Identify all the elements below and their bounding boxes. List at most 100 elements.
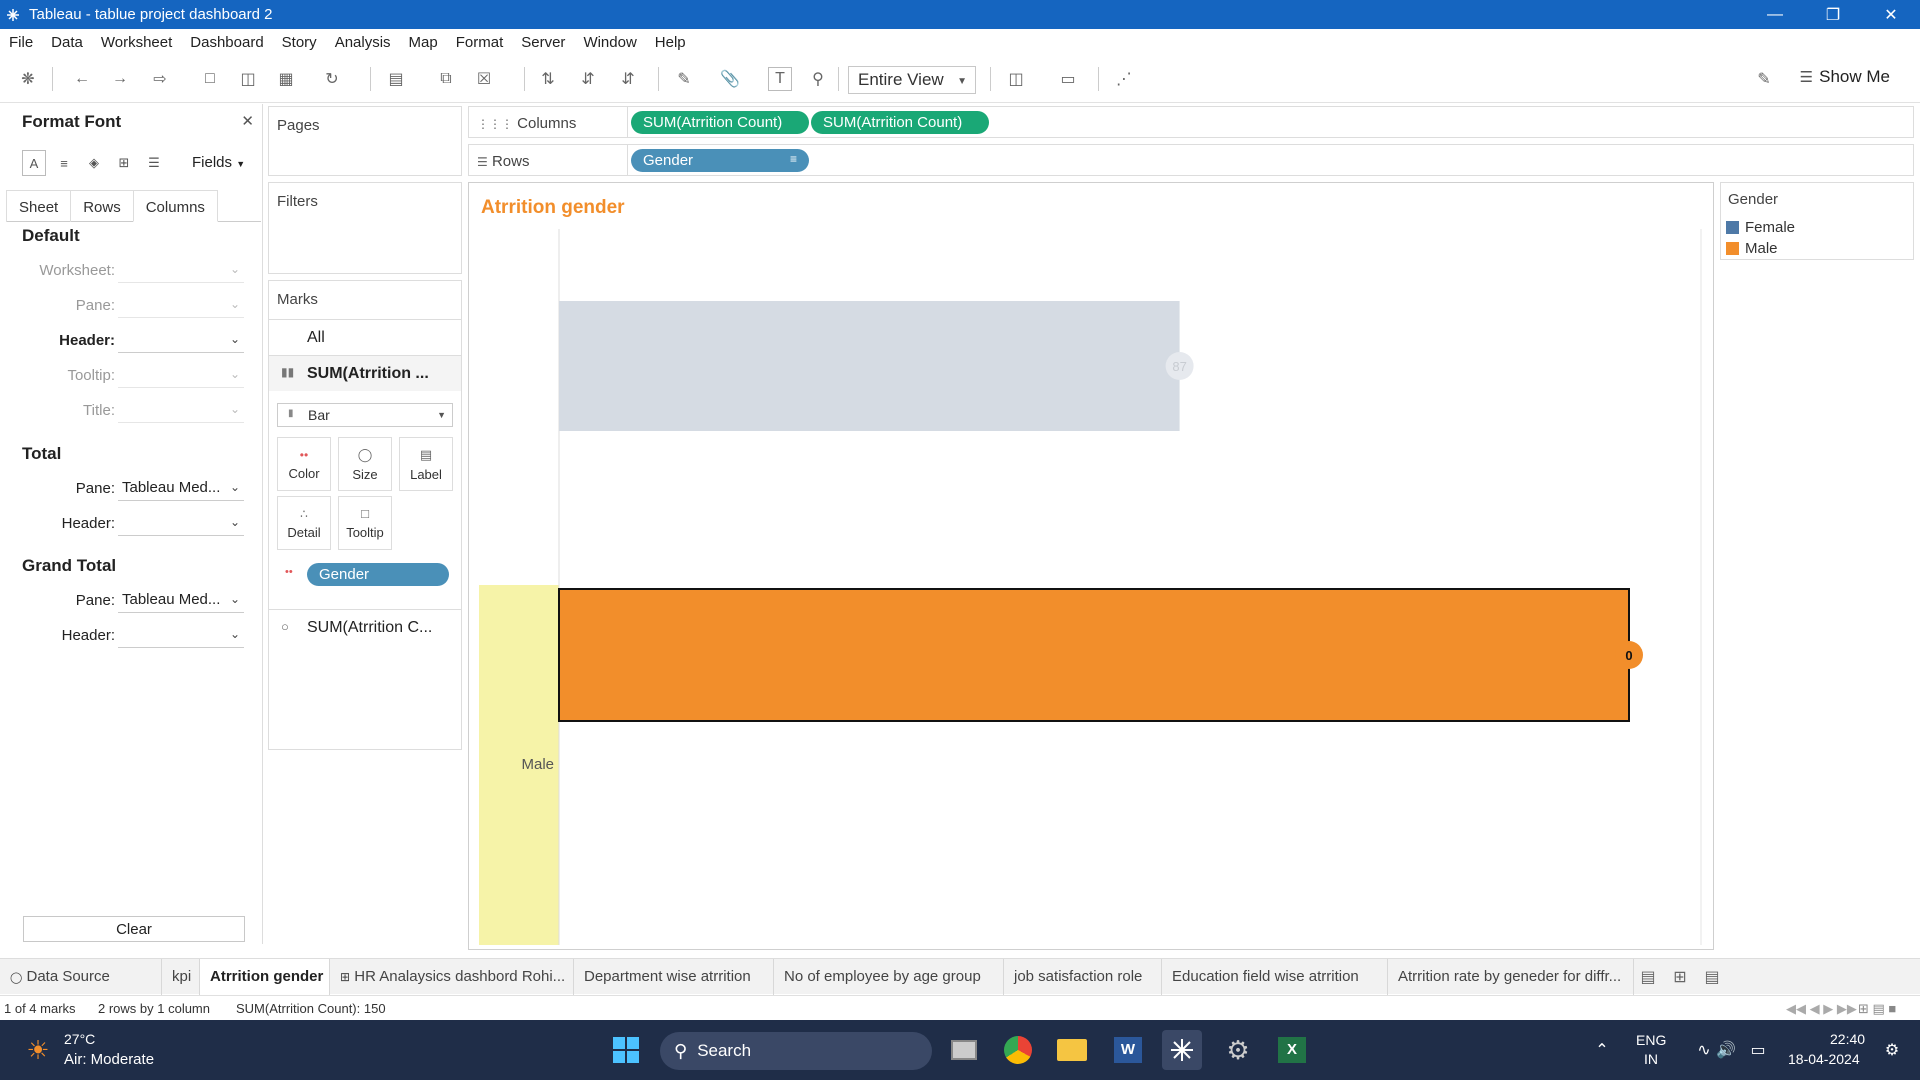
menu-file[interactable]: File <box>0 34 42 51</box>
legend-item-female[interactable]: Female <box>1726 219 1795 236</box>
menu-help[interactable]: Help <box>646 34 695 51</box>
menu-server[interactable]: Server <box>512 34 574 51</box>
sort-asc-icon[interactable]: ⇵ <box>576 67 600 91</box>
chevron-up-icon[interactable]: ⌃ <box>1582 1030 1622 1070</box>
weather-icon[interactable]: ☀ <box>18 1030 58 1070</box>
tab-sheet[interactable]: Sheet <box>6 190 72 222</box>
menu-analysis[interactable]: Analysis <box>326 34 400 51</box>
shading-icon[interactable]: ◈ <box>82 150 106 176</box>
bar-female[interactable] <box>559 301 1180 431</box>
label-button[interactable]: ▤ Label <box>399 437 453 491</box>
chrome-icon[interactable] <box>998 1030 1038 1070</box>
menu-dashboard[interactable]: Dashboard <box>181 34 272 51</box>
fields-dropdown[interactable]: Fields ▼ <box>192 154 245 171</box>
presentation-icon[interactable]: ▭ <box>1056 67 1080 91</box>
marks-sum-row[interactable]: ▮▮ SUM(Atrrition ... <box>269 355 461 391</box>
show-me-button[interactable]: ☰ Show Me <box>1800 67 1890 87</box>
fit-dropdown[interactable]: Entire View ▼ <box>848 66 976 94</box>
detail-button[interactable]: ∴ Detail <box>277 496 331 550</box>
tab-rows[interactable]: Rows <box>70 190 134 222</box>
borders-icon[interactable]: ⊞ <box>112 150 136 176</box>
save-icon[interactable]: □ <box>198 67 222 91</box>
group-icon[interactable]: 📎 <box>718 67 742 91</box>
word-icon[interactable]: W <box>1108 1030 1148 1070</box>
nav-arrows-icon[interactable]: ◀◀ ◀ ▶ ▶▶ <box>1786 1001 1857 1017</box>
tab-data-source[interactable]: ◯ Data Source <box>0 959 162 995</box>
columns-pill-1[interactable]: SUM(Atrrition Count) <box>631 111 809 134</box>
show-cards-icon[interactable]: ◫ <box>1004 67 1028 91</box>
windows-start-icon[interactable] <box>606 1030 646 1070</box>
refresh-icon[interactable]: ↻ <box>320 67 344 91</box>
tableau-taskbar-icon[interactable] <box>1162 1030 1202 1070</box>
size-button[interactable]: ◯ Size <box>338 437 392 491</box>
menu-worksheet[interactable]: Worksheet <box>92 34 181 51</box>
replay-icon[interactable]: ⇨ <box>148 67 172 91</box>
new-worksheet-icon[interactable]: ▤ <box>384 67 408 91</box>
share-icon[interactable]: ⋰ <box>1112 67 1136 91</box>
grand-total-header-select[interactable]: ⌄ <box>118 623 244 648</box>
clear-button[interactable]: Clear <box>23 916 245 942</box>
duplicate-icon[interactable]: ⧉ <box>434 67 458 91</box>
gender-legend[interactable]: Gender Female Male <box>1720 182 1914 260</box>
taskbar-search[interactable]: ⚲ Search <box>660 1032 932 1070</box>
total-header-select[interactable]: ⌄ <box>118 511 244 536</box>
marks-all-row[interactable]: All <box>269 319 461 355</box>
notification-icon[interactable]: ⚙ <box>1872 1030 1912 1070</box>
restore-icon[interactable]: ❐ <box>1804 0 1862 29</box>
pause-updates-icon[interactable]: ▦ <box>274 67 298 91</box>
format-painter-icon[interactable]: ✎ <box>1752 67 1776 91</box>
tab-job-satisfaction[interactable]: job satisfaction role <box>1004 959 1162 995</box>
redo-icon[interactable]: → <box>108 67 132 91</box>
close-icon[interactable]: ✕ <box>241 112 254 130</box>
highlight-icon[interactable]: ✎ <box>672 67 696 91</box>
minimize-icon[interactable]: — <box>1746 0 1804 29</box>
gender-color-pill[interactable]: Gender <box>307 563 449 586</box>
tab-atrrition-gender[interactable]: Atrrition gender <box>200 959 330 995</box>
alignment-icon[interactable]: ≡ <box>52 150 76 176</box>
marks-sum2-row[interactable]: ○ SUM(Atrrition C... <box>269 609 461 645</box>
new-datasource-icon[interactable]: ◫ <box>236 67 260 91</box>
tab-hr-dashboard[interactable]: ⊞ HR Analaysics dashbord Rohi... <box>330 959 574 995</box>
settings-icon[interactable]: ⚙ <box>1218 1030 1258 1070</box>
new-dashboard-icon[interactable]: ⊞ <box>1668 965 1692 989</box>
tooltip-font-select[interactable]: ⌄ <box>118 363 244 388</box>
undo-icon[interactable]: ← <box>70 67 94 91</box>
tab-kpi[interactable]: kpi <box>162 959 200 995</box>
columns-pill-2[interactable]: SUM(Atrrition Count) <box>811 111 989 134</box>
tab-columns[interactable]: Columns <box>132 190 218 222</box>
menu-data[interactable]: Data <box>42 34 92 51</box>
tab-department[interactable]: Department wise atrrition <box>574 959 774 995</box>
menu-map[interactable]: Map <box>400 34 447 51</box>
new-story-icon[interactable]: ▤ <box>1700 965 1724 989</box>
fix-axes-icon[interactable]: ⚲ <box>806 67 830 91</box>
rows-gender-pill[interactable]: Gender ≡ <box>631 149 809 172</box>
header-font-select[interactable]: ⌄ <box>118 328 244 353</box>
close-icon[interactable]: ✕ <box>1862 0 1920 29</box>
file-explorer-icon[interactable] <box>1052 1030 1092 1070</box>
tab-education[interactable]: Education field wise atrrition <box>1162 959 1388 995</box>
tab-atrrition-rate[interactable]: Atrrition rate by geneder for diffr... <box>1388 959 1634 995</box>
tooltip-button[interactable]: □ Tooltip <box>338 496 392 550</box>
menu-story[interactable]: Story <box>273 34 326 51</box>
sort-desc-icon[interactable]: ⇵ <box>616 67 640 91</box>
total-pane-select[interactable]: Tableau Med... ⌄ <box>118 476 244 501</box>
color-button[interactable]: •• Color <box>277 437 331 491</box>
title-font-select[interactable]: ⌄ <box>118 398 244 423</box>
grand-total-pane-select[interactable]: Tableau Med... ⌄ <box>118 588 244 613</box>
rows-shelf[interactable]: ☰ Rows Gender ≡ <box>468 144 1914 176</box>
battery-icon[interactable]: ▭ <box>1738 1030 1778 1070</box>
new-sheet-icon[interactable]: ▤ <box>1636 965 1660 989</box>
menu-format[interactable]: Format <box>447 34 513 51</box>
lines-icon[interactable]: ☰ <box>142 150 166 176</box>
show-labels-icon[interactable]: T <box>768 67 792 91</box>
swap-icon[interactable]: ⇅ <box>536 67 560 91</box>
pages-card[interactable]: Pages <box>268 106 462 176</box>
clear-sheet-icon[interactable]: ☒ <box>472 67 496 91</box>
menu-window[interactable]: Window <box>574 34 645 51</box>
worksheet-font-select[interactable]: ⌄ <box>118 258 244 283</box>
excel-icon[interactable]: X <box>1272 1030 1312 1070</box>
filters-card[interactable]: Filters <box>268 182 462 274</box>
tab-age-group[interactable]: No of employee by age group <box>774 959 1004 995</box>
font-icon[interactable]: A <box>22 150 46 176</box>
mark-type-dropdown[interactable]: ▮ Bar ▼ <box>277 403 453 427</box>
